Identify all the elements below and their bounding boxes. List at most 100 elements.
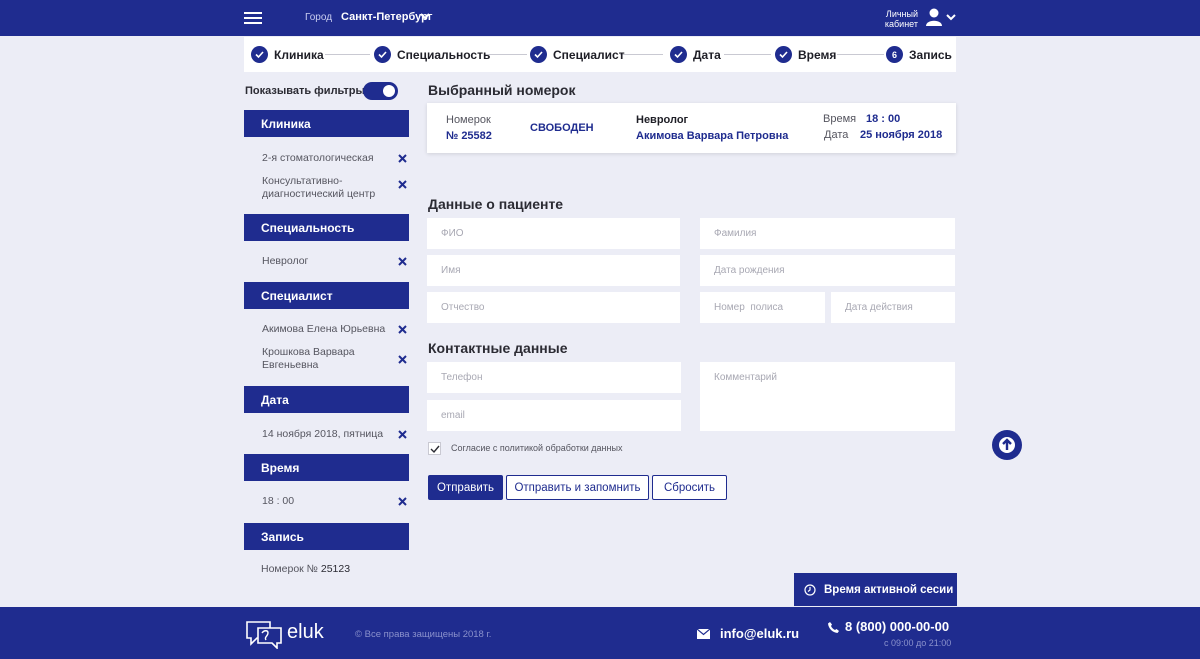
filter-header-specialist[interactable]: Специалист [244,282,409,309]
step-specialist[interactable]: Специалист [530,46,625,63]
step-connector [325,54,370,55]
step-clinic[interactable]: Клиника [251,46,324,63]
step-label: Клиника [274,47,324,62]
booking-number-row: Номерок № 25123 [261,563,391,576]
phone-input[interactable] [427,362,681,393]
ticket-time-label: Время [823,113,857,125]
city-label: Город [305,12,333,23]
clock-icon [804,584,816,596]
show-filters-toggle[interactable] [363,82,398,100]
phone-icon [828,622,839,633]
arrow-up-icon [999,437,1015,453]
filter-header-clinic[interactable]: Клиника [244,110,409,137]
phone-link[interactable]: 8 (800) 000-00-00 [845,619,949,634]
ticket-date-label: Дата [824,129,849,141]
patronymic-input[interactable] [427,292,680,323]
surname-input[interactable] [700,218,955,249]
check-icon [430,445,440,454]
booking-number-label: Номерок № [261,563,318,575]
step-date[interactable]: Дата [670,46,721,63]
filter-item: Крошкова Варвара Евгеньевна [262,346,355,371]
filter-header-time[interactable]: Время [244,454,409,481]
ticket-doctor: Акимова Варвара Петровна [636,130,789,142]
consent-checkbox[interactable] [428,442,441,455]
filter-header-booking[interactable]: Запись [244,523,409,550]
selected-ticket-heading: Выбранный номерок [428,82,576,98]
filter-item: 2-я стоматологическая [262,152,374,164]
step-connector [724,54,771,55]
step-booking[interactable]: 6 Запись [886,46,952,63]
step-specialty[interactable]: Специальность [374,46,490,63]
ticket-card: Номерок № 25582 СВОБОДЕН Невролог Акимов… [427,103,956,153]
step-connector [837,54,884,55]
check-icon [374,46,391,63]
remove-filter-icon[interactable] [398,355,407,364]
check-icon [775,46,792,63]
personal-cabinet-link[interactable]: Личный кабинет [858,9,918,29]
step-time[interactable]: Время [775,46,836,63]
working-hours: с 09:00 до 21:00 [884,638,952,648]
remove-filter-icon[interactable] [398,430,407,439]
remove-filter-icon[interactable] [398,180,407,189]
name-input[interactable] [427,255,680,286]
email-input[interactable] [427,400,681,431]
chevron-down-icon[interactable] [946,12,956,22]
remove-filter-icon[interactable] [398,257,407,266]
ticket-number-label: Номерок [446,114,491,126]
step-number: 6 [886,46,903,63]
step-label: Специалист [553,47,625,62]
submit-button[interactable]: Отправить [428,475,503,500]
patient-heading: Данные о пациенте [428,196,564,212]
fio-input[interactable] [427,218,680,249]
session-time-label: Время активной сесии [824,583,954,596]
policy-validity-input[interactable] [831,292,955,323]
filter-item: Невролог [262,255,309,267]
ticket-date-value: 25 ноября 2018 [860,129,943,141]
filter-item: 14 ноября 2018, пятница [262,428,384,440]
cabinet-label-line2: кабинет [884,19,918,29]
session-time-button[interactable]: Время активной сесии [794,573,957,606]
policy-number-input[interactable] [700,292,825,323]
menu-icon[interactable] [244,12,262,24]
reset-button[interactable]: Сбросить [652,475,727,500]
consent-label: Согласие с политикой обработки данных [451,443,623,453]
email-link[interactable]: info@eluk.ru [720,626,799,641]
chevron-down-icon[interactable] [420,11,430,21]
remove-filter-icon[interactable] [398,497,407,506]
step-label: Время [798,47,837,62]
city-selector[interactable]: Санкт-Петербург [341,11,432,23]
top-bar: Город Санкт-Петербург Личный кабинет [0,0,1200,36]
check-icon [251,46,268,63]
filter-item: 18 : 00 [262,495,295,507]
contacts-heading: Контактные данные [428,340,568,356]
step-label: Специальность [397,47,491,62]
ticket-status: СВОБОДЕН [530,122,594,134]
check-icon [530,46,547,63]
step-label: Запись [909,47,952,62]
birthdate-input[interactable] [700,255,955,286]
copyright: © Все права защищены 2018 г. [355,629,492,640]
filter-header-date[interactable]: Дата [244,386,409,413]
logo-icon [246,621,282,649]
booking-steps: Клиника Специальность Специалист Дата Вр… [244,37,956,72]
remove-filter-icon[interactable] [398,154,407,163]
step-label: Дата [693,47,721,62]
submit-remember-button[interactable]: Отправить и запомнить [506,475,649,500]
user-icon[interactable] [926,8,942,26]
step-connector [484,54,527,55]
filter-item: Акимова Елена Юрьевна [262,323,386,335]
remove-filter-icon[interactable] [398,325,407,334]
mail-icon [697,629,710,639]
logo-text: eluk [287,621,324,643]
footer: eluk © Все права защищены 2018 г. info@e… [0,607,1200,659]
filter-header-specialty[interactable]: Специальность [244,214,409,241]
ticket-specialty: Невролог [636,114,689,126]
scroll-up-button[interactable] [992,430,1022,460]
booking-number-value: 25123 [320,563,351,575]
ticket-number-value: № 25582 [446,130,492,142]
show-filters-label: Показывать фильтры [245,85,365,97]
check-icon [670,46,687,63]
cabinet-label-line1: Личный [885,9,918,19]
filter-item: Консультативно-диагностический центр [262,175,376,200]
comment-textarea[interactable] [700,362,955,431]
